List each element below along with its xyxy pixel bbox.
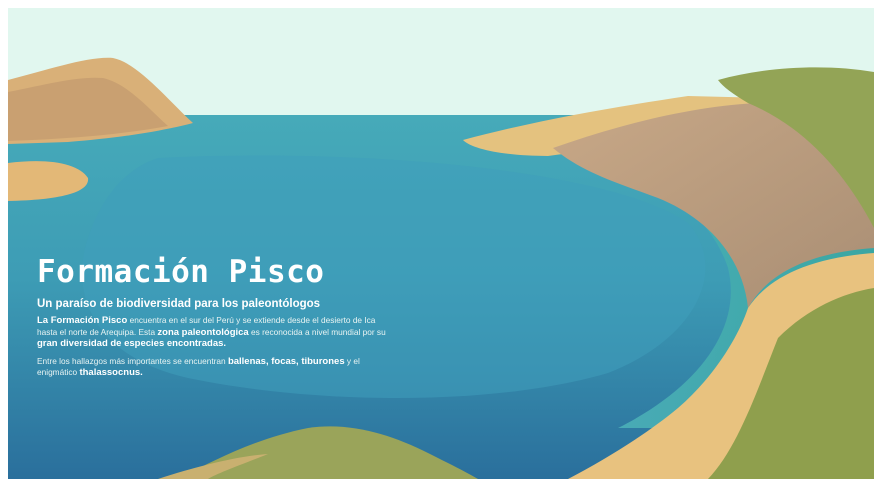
findings-paragraph: Entre los hallazgos más importantes se e… xyxy=(37,356,397,379)
landscape-scene: Formación Pisco Un paraíso de biodiversi… xyxy=(8,8,874,479)
highlight-text: thalassocnus. xyxy=(79,367,143,378)
page-subtitle: Un paraíso de biodiversidad para los pal… xyxy=(37,298,321,310)
page-title: Formación Pisco xyxy=(37,254,325,290)
hero-content: Formación Pisco Un paraíso de biodiversi… xyxy=(37,255,397,385)
lagoon-illustration xyxy=(8,8,874,479)
intro-paragraph: La Formación Pisco encuentra en el sur d… xyxy=(37,315,397,350)
body-text: Entre los hallazgos más importantes se e… xyxy=(37,355,228,366)
highlight-text: zona paleontológica xyxy=(157,326,249,338)
body-text: es reconocida a nivel mundial por su xyxy=(248,326,386,337)
highlight-text: gran diversidad de especies encontradas. xyxy=(37,338,227,349)
highlight-text: La Formación Pisco xyxy=(37,315,128,326)
highlight-text: ballenas, focas, tiburones xyxy=(227,355,345,367)
